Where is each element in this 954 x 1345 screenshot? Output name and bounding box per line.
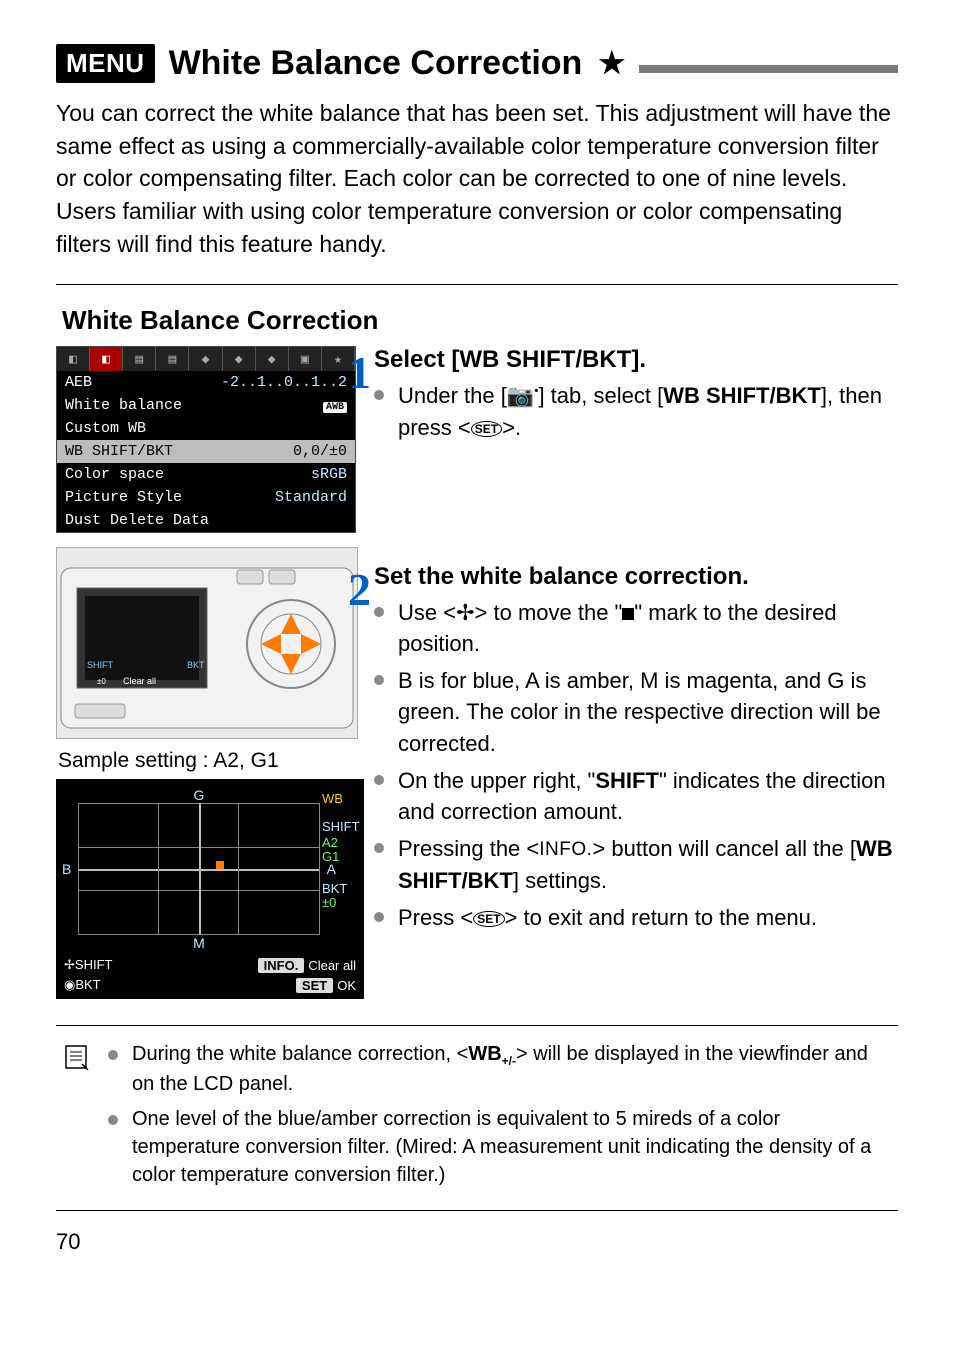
shift-label: SHIFT: [322, 819, 358, 834]
menu-row-label: Color space: [65, 466, 164, 483]
menu-row-value: AWB: [323, 397, 347, 414]
shift-a-value: A2: [322, 835, 358, 850]
menu-row: AEB -2..1..0..1..2: [57, 371, 355, 394]
page-title: White Balance Correction: [169, 44, 583, 83]
menu-row-label: Picture Style: [65, 489, 182, 506]
footer-clear: INFO.Clear all: [258, 958, 356, 973]
title-divider: [639, 65, 898, 73]
menu-tab: ◆: [223, 347, 256, 371]
page-title-row: MENU White Balance Correction ★: [56, 44, 898, 83]
square-mark-icon: [622, 608, 634, 620]
step-bullet: Pressing the <INFO.> button will cancel …: [374, 833, 898, 895]
menu-badge: MENU: [56, 44, 155, 83]
set-button-icon: SET: [471, 421, 502, 437]
menu-row-value: -2..1..0..1..2: [221, 374, 347, 391]
multicontroller-icon: ✢: [456, 600, 474, 625]
section-divider: [56, 284, 898, 285]
note-item: During the white balance correction, <WB…: [108, 1040, 890, 1098]
menu-tab-active: ◧: [90, 347, 123, 371]
axis-label-m: M: [193, 935, 205, 951]
title-star-icon: ★: [598, 46, 625, 81]
footer-shift: ✢SHIFT: [64, 957, 112, 973]
menu-tabbar: ◧ ◧ ▤ ▤ ◆ ◆ ◆ ▣ ★: [57, 347, 355, 371]
set-button-icon: SET: [473, 911, 504, 927]
step-2: 2 Set the white balance correction. Use …: [374, 563, 898, 933]
menu-tab: ◧: [57, 347, 90, 371]
menu-row-label: AEB: [65, 374, 92, 391]
axis-label-g: G: [194, 787, 205, 803]
page-number: 70: [56, 1229, 898, 1255]
step-number: 2: [348, 563, 371, 616]
menu-row: Custom WB: [57, 417, 355, 440]
step-title: Select [WB SHIFT/BKT].: [374, 346, 898, 374]
menu-row-label: White balance: [65, 397, 182, 414]
camera-tab-icon: 📷•: [507, 383, 539, 408]
notes-icon: [64, 1040, 92, 1196]
intro-paragraph: Users familiar with using color temperat…: [56, 195, 898, 260]
axis-label-b: B: [62, 861, 71, 877]
note-item: One level of the blue/amber correction i…: [108, 1105, 890, 1190]
step-bullet: On the upper right, "SHIFT" indicates th…: [374, 765, 898, 827]
menu-row-selected: WB SHIFT/BKT 0,0/±0: [57, 440, 355, 463]
shift-g-value: G1: [322, 849, 358, 864]
wb-correction-grid: G M B A: [56, 779, 364, 999]
step-bullet: Use <✢> to move the "" mark to the desir…: [374, 597, 898, 659]
menu-row-value: 0,0/±0: [293, 443, 347, 460]
notes-block: During the white balance correction, <WB…: [56, 1025, 898, 1211]
menu-tab: ▤: [123, 347, 156, 371]
menu-row-value: sRGB: [311, 466, 347, 483]
wb-cursor-mark: [216, 861, 224, 869]
sub-heading: White Balance Correction: [62, 305, 898, 336]
footer-bkt: ◉BKT: [64, 977, 101, 993]
menu-row-label: Custom WB: [65, 420, 146, 437]
menu-tab: ▤: [156, 347, 189, 371]
menu-row: Dust Delete Data: [57, 509, 355, 532]
footer-ok: SETOK: [296, 978, 356, 993]
menu-row: White balance AWB: [57, 394, 355, 417]
step-bullet: B is for blue, A is amber, M is magenta,…: [374, 665, 898, 759]
bkt-label: BKT: [322, 881, 358, 896]
svg-text:BKT: BKT: [187, 660, 205, 670]
wb-label: WB: [322, 791, 358, 806]
bkt-value: ±0: [322, 895, 358, 910]
camera-back-illustration: SHIFT BKT Clear all ±0: [56, 547, 358, 739]
menu-tab: ◆: [256, 347, 289, 371]
menu-row-label: WB SHIFT/BKT: [65, 443, 173, 460]
menu-row-label: Dust Delete Data: [65, 512, 209, 529]
step-title: Set the white balance correction.: [374, 563, 898, 591]
intro-paragraph: You can correct the white balance that h…: [56, 97, 898, 195]
menu-row-value: Standard: [275, 489, 347, 506]
menu-tab: ◆: [189, 347, 222, 371]
step-bullet: Press <SET> to exit and return to the me…: [374, 902, 898, 933]
menu-row: Picture Style Standard: [57, 486, 355, 509]
camera-menu-screenshot: ◧ ◧ ▤ ▤ ◆ ◆ ◆ ▣ ★ AEB -2..1..0..1..2: [56, 346, 356, 533]
svg-text:±0: ±0: [97, 677, 106, 686]
menu-tab: ▣: [289, 347, 322, 371]
wb-pm-icon: WB+/-: [468, 1043, 516, 1065]
step-1: 1 Select [WB SHIFT/BKT]. Under the [📷•] …: [374, 346, 898, 442]
step-bullet: Under the [📷•] tab, select [WB SHIFT/BKT…: [374, 380, 898, 442]
sample-setting-label: Sample setting : A2, G1: [58, 749, 356, 773]
svg-text:Clear all: Clear all: [123, 676, 156, 686]
intro-text: You can correct the white balance that h…: [56, 97, 898, 260]
step-number: 1: [348, 346, 371, 399]
menu-row: Color space sRGB: [57, 463, 355, 486]
info-button-icon: INFO.: [539, 837, 592, 864]
svg-text:SHIFT: SHIFT: [87, 660, 114, 670]
